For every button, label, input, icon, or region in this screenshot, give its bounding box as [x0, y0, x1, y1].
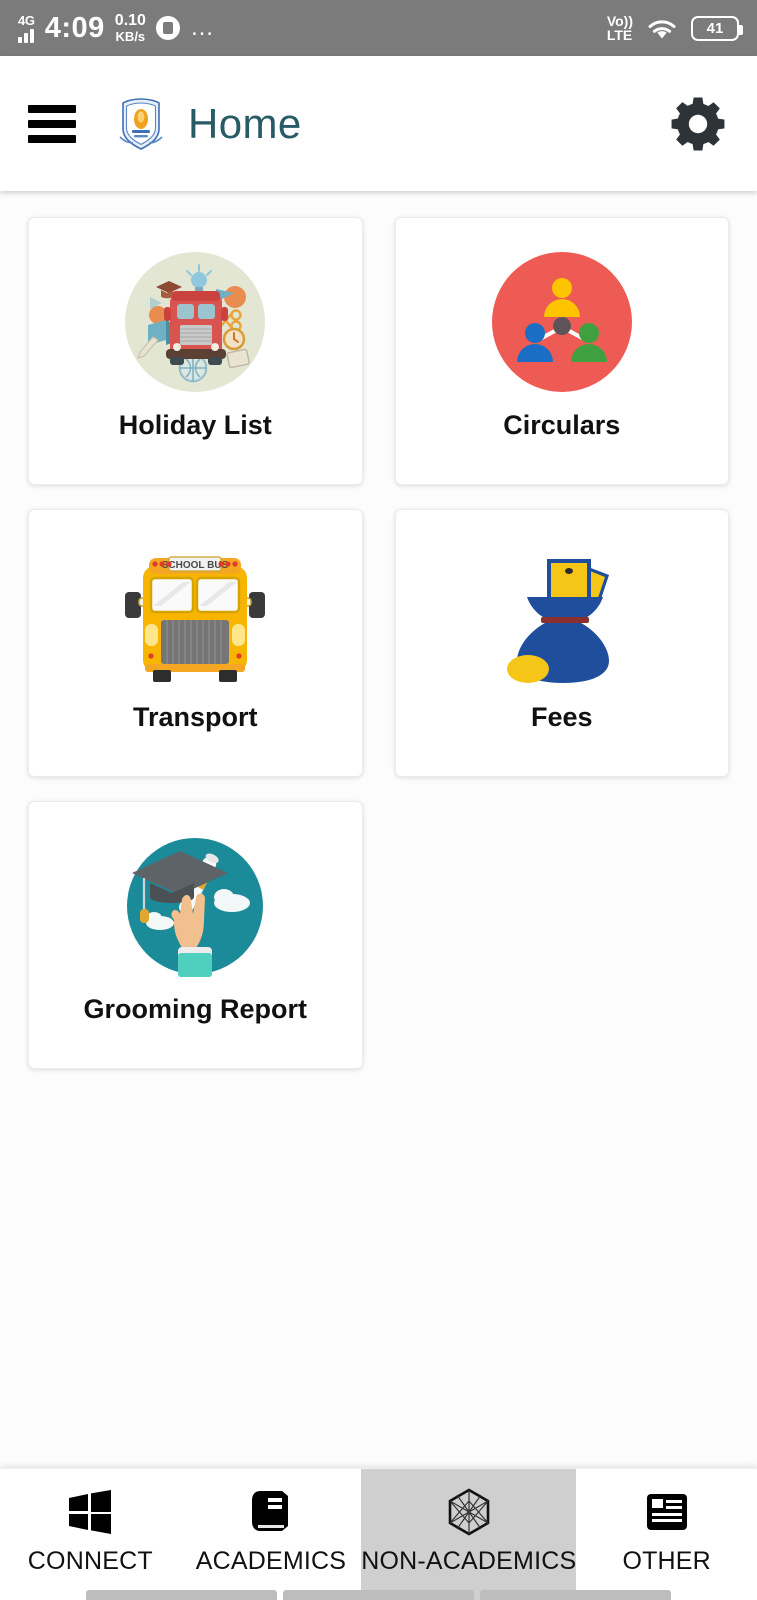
card-transport[interactable]: SCHOOL BUS Transport [28, 509, 363, 777]
card-label: Circulars [503, 410, 621, 440]
school-crest-logo [119, 97, 163, 150]
school-bus-front-icon: SCHOOL BUS [29, 530, 362, 698]
nav-item-academics[interactable]: ACADEMICS [181, 1469, 362, 1600]
gesture-hint-bars [0, 1590, 757, 1600]
status-bar-clock: 4:09 [44, 11, 105, 44]
card-label: Transport [132, 702, 258, 732]
nav-item-label: NON-ACADEMICS [361, 1547, 577, 1575]
card-grooming-report[interactable]: Grooming Report [28, 801, 363, 1069]
card-fees[interactable]: Fees [394, 509, 729, 777]
main-content: Holiday List Circulars SCHOOL BUS Transp… [0, 191, 757, 1468]
hexagon-mesh-icon [445, 1488, 493, 1536]
card-holiday-list[interactable]: Holiday List [28, 217, 363, 485]
money-bag-icon [396, 530, 729, 698]
feature-card-grid: Holiday List Circulars SCHOOL BUS Transp… [28, 217, 729, 1069]
windows-grid-icon [67, 1489, 113, 1535]
data-rate-indicator: 0.10 KB/s [114, 11, 146, 44]
nav-item-other[interactable]: OTHER [576, 1469, 757, 1600]
wifi-icon [648, 20, 676, 39]
status-bar-left: 4G 4:09 0.10 KB/s … [18, 12, 216, 45]
list-view-icon [645, 1489, 689, 1535]
volte-top-label: Vo)) [606, 13, 633, 29]
chrome-icon [155, 16, 180, 40]
status-bar-right: Vo)) LTE 41 [607, 14, 743, 42]
signal-bars-icon: 4G [18, 14, 35, 43]
card-label: Fees [530, 702, 593, 732]
book-icon [250, 1489, 292, 1535]
nav-item-non-academics[interactable]: NON-ACADEMICS [361, 1469, 577, 1600]
nav-item-label: ACADEMICS [195, 1547, 347, 1575]
card-label: Grooming Report [83, 994, 308, 1024]
people-network-circle-icon [396, 238, 729, 406]
volte-bottom-label: LTE [606, 27, 633, 43]
battery-indicator: 41 [691, 15, 743, 41]
graduation-cap-hand-circle-icon [29, 822, 362, 990]
nav-item-connect[interactable]: CONNECT [0, 1469, 181, 1600]
nav-item-label: CONNECT [27, 1547, 153, 1575]
battery-level-label: 41 [706, 19, 724, 37]
bottom-navigation-bar: CONNECT ACADEMICS NON-ACADEMICS OTHER [0, 1468, 757, 1600]
page-title: Home [188, 99, 302, 147]
hamburger-menu-icon[interactable] [28, 104, 76, 143]
nav-item-label: OTHER [622, 1547, 711, 1575]
volte-icon: Vo)) LTE [607, 14, 633, 42]
status-bar: 4G 4:09 0.10 KB/s … Vo)) LTE 41 [0, 0, 757, 56]
school-bus-supplies-circle-icon [29, 238, 362, 406]
more-dots-icon: … [189, 13, 216, 41]
app-bar: Home [0, 56, 757, 191]
svg-text:SCHOOL BUS: SCHOOL BUS [162, 560, 229, 571]
card-circulars[interactable]: Circulars [394, 217, 729, 485]
card-label: Holiday List [118, 410, 272, 440]
app-screen: 4G 4:09 0.10 KB/s … Vo)) LTE 41 Home Hol… [0, 0, 757, 1600]
data-rate-unit: KB/s [115, 28, 146, 44]
data-rate-value: 0.10 [114, 11, 146, 29]
gear-icon[interactable] [667, 93, 729, 155]
network-generation-label: 4G [18, 12, 35, 28]
